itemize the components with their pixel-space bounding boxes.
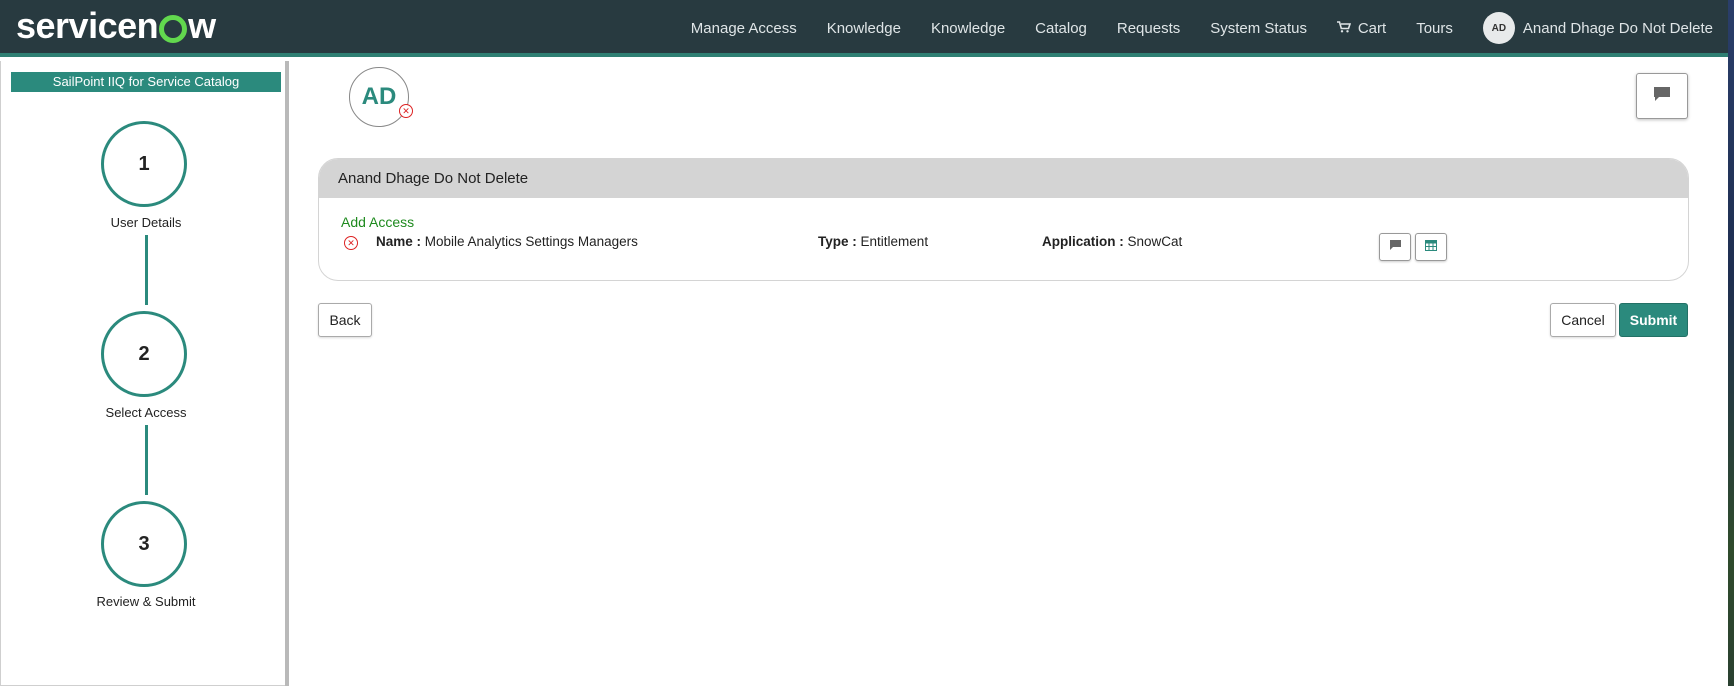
- logo-o-icon: [159, 15, 188, 43]
- application-label: Application :: [1042, 234, 1124, 249]
- item-calendar-button[interactable]: [1415, 233, 1447, 261]
- cart-icon: [1336, 20, 1355, 36]
- nav-item-manage-access[interactable]: Manage Access: [691, 20, 797, 37]
- application-value: SnowCat: [1127, 234, 1183, 249]
- nav-item-knowledge[interactable]: Knowledge: [827, 20, 901, 37]
- panel-title: Anand Dhage Do Not Delete: [319, 159, 1688, 198]
- type-value: Entitlement: [860, 234, 929, 249]
- user-menu[interactable]: AD Anand Dhage Do Not Delete: [1482, 12, 1713, 44]
- step-connector: [145, 425, 148, 495]
- logo-text-left: servicen: [16, 5, 159, 46]
- cart-label: Cart: [1357, 19, 1387, 37]
- nav-item-system-status[interactable]: System Status: [1210, 20, 1307, 37]
- nav-item-catalog[interactable]: Catalog: [1035, 20, 1087, 37]
- item-type: Type : Entitlement: [818, 234, 928, 249]
- submit-button[interactable]: Submit: [1619, 303, 1688, 337]
- name-value: Mobile Analytics Settings Managers: [424, 234, 638, 249]
- access-request-panel: Anand Dhage Do Not Delete Add Access ✕ N…: [318, 158, 1689, 281]
- comment-button[interactable]: [1636, 73, 1688, 119]
- item-comment-button[interactable]: [1379, 233, 1411, 261]
- wizard-sidebar: SailPoint IIQ for Service Catalog 1 User…: [0, 61, 286, 686]
- type-label: Type :: [818, 234, 857, 249]
- step-2-label: Select Access: [105, 405, 187, 420]
- nav-item-tours[interactable]: Tours: [1416, 20, 1453, 37]
- nav-item-requests[interactable]: Requests: [1117, 20, 1180, 37]
- step-connector: [145, 235, 148, 305]
- item-application: Application : SnowCat: [1042, 234, 1182, 249]
- nav-item-cart[interactable]: Cart: [1336, 19, 1387, 37]
- step-3-circle[interactable]: 3: [101, 501, 187, 587]
- back-button[interactable]: Back: [318, 303, 372, 337]
- user-avatar-large: AD: [349, 67, 409, 127]
- top-navigation-bar: servicen w Manage Access Knowledge Knowle…: [0, 0, 1728, 57]
- nav-item-knowledge-2[interactable]: Knowledge: [931, 20, 1005, 37]
- user-name: Anand Dhage Do Not Delete: [1522, 19, 1713, 37]
- main-content: AD ✕ Anand Dhage Do Not Delete Add Acces…: [289, 61, 1728, 686]
- user-avatar: AD: [1482, 12, 1515, 44]
- add-access-label: Add Access: [341, 214, 415, 230]
- step-1-label: User Details: [110, 215, 182, 230]
- step-2-circle[interactable]: 2: [101, 311, 187, 397]
- comment-icon: [1653, 86, 1671, 107]
- comment-icon: [1389, 238, 1402, 256]
- servicenow-logo[interactable]: servicen w: [16, 4, 216, 48]
- logo-text-right: w: [188, 5, 216, 46]
- name-label: Name :: [376, 234, 422, 249]
- step-3-label: Review & Submit: [96, 594, 196, 609]
- remove-item-icon[interactable]: ✕: [344, 236, 358, 250]
- step-1-circle[interactable]: 1: [101, 121, 187, 207]
- calendar-icon: [1425, 238, 1437, 256]
- catalog-label: SailPoint IIQ for Service Catalog: [11, 72, 281, 92]
- window-edge: [1728, 0, 1734, 686]
- nav-menu: Manage Access Knowledge Knowledge Catalo…: [661, 0, 1713, 56]
- remove-user-icon[interactable]: ✕: [399, 104, 413, 118]
- cancel-button[interactable]: Cancel: [1550, 303, 1616, 337]
- item-name: Name : Mobile Analytics Settings Manager…: [376, 234, 638, 249]
